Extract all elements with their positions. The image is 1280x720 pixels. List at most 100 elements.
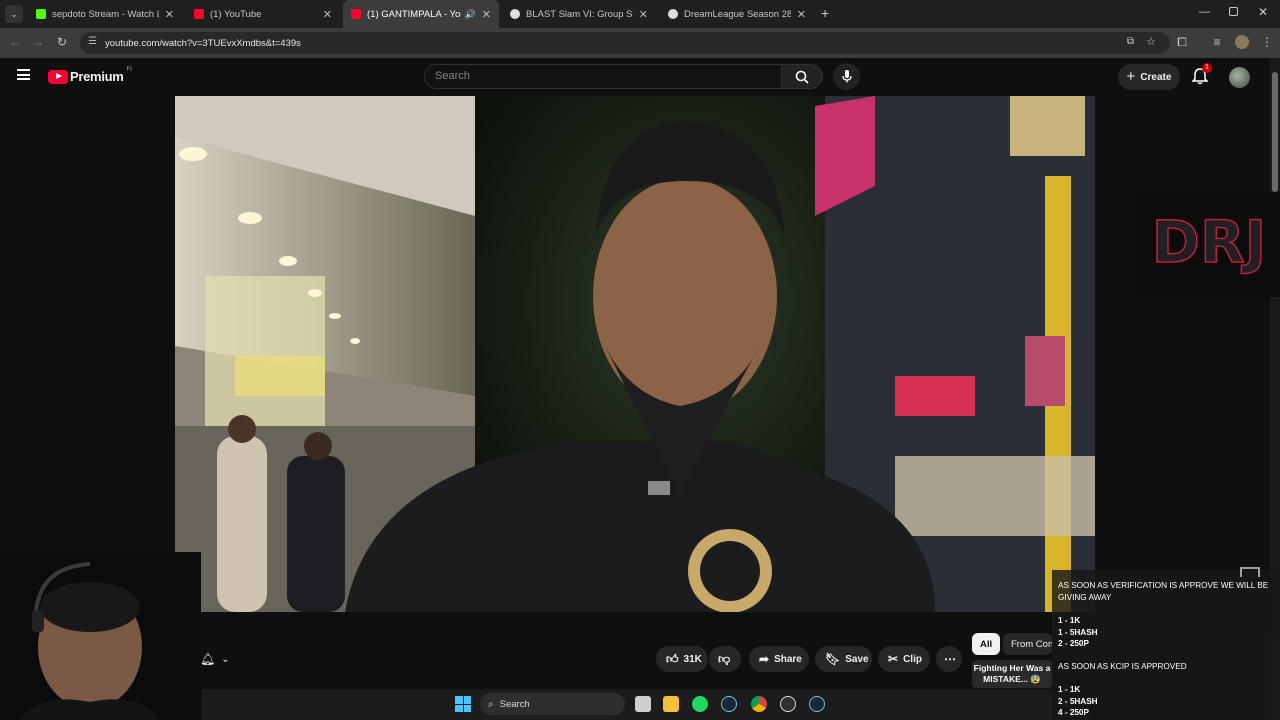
close-tab-icon[interactable]: ✕: [323, 8, 332, 21]
giveaway-item: 1 - 1K: [1058, 616, 1081, 625]
new-tab-icon[interactable]: +: [821, 5, 829, 21]
tab-title: DreamLeague Season 28 - Liqu: [684, 8, 791, 20]
giveaway-item: 1 - 5HASH: [1058, 627, 1098, 637]
bookmark-star-icon[interactable]: ☆: [1146, 35, 1156, 48]
search-icon: [795, 70, 809, 84]
thumbs-up-icon: 👍︎: [666, 651, 679, 666]
close-tab-icon[interactable]: ✕: [797, 8, 806, 21]
microphone-icon: [841, 70, 852, 83]
browser-tab-active[interactable]: (1) GANTIMPALA - YouTube 🔊 ✕: [343, 0, 499, 28]
profile-avatar[interactable]: [1235, 35, 1249, 49]
taskbar-search-box[interactable]: ⌕ Search: [480, 693, 625, 715]
clip-button[interactable]: ✂ Clip: [878, 646, 930, 672]
youtube-play-icon: [48, 69, 68, 84]
create-button[interactable]: + Create: [1118, 64, 1180, 90]
logo-country-code: FI: [126, 66, 132, 73]
scissors-icon: ✂: [888, 652, 899, 666]
reload-icon[interactable]: ↻: [54, 35, 70, 49]
giveaway-item: 2 - 5HASH: [1058, 696, 1098, 706]
windows-taskbar: [201, 689, 1052, 720]
youtube-favicon-icon: [194, 9, 204, 19]
steam-icon[interactable]: [721, 696, 737, 712]
chip-from-channel[interactable]: From Cong: [1003, 633, 1052, 655]
scrollbar-thumb[interactable]: [1272, 72, 1278, 192]
close-window-icon[interactable]: ✕: [1258, 5, 1268, 19]
close-tab-icon[interactable]: ✕: [482, 8, 491, 21]
media-controls-icon[interactable]: ≡: [1209, 35, 1225, 49]
search-icon: ⌕: [488, 698, 494, 710]
tab-title: (1) GANTIMPALA - YouTube: [367, 8, 461, 20]
youtube-favicon-icon: [351, 9, 361, 19]
tab-search-dropdown[interactable]: ⌄: [5, 5, 23, 23]
logo-text: Premium: [70, 69, 124, 84]
notifications-button[interactable]: 1: [1191, 63, 1212, 87]
liquipedia-favicon-icon: [668, 9, 678, 19]
steam-alt-icon[interactable]: [809, 696, 825, 712]
browser-menu-icon[interactable]: ⋮: [1259, 35, 1275, 49]
save-button[interactable]: 🔖︎ Save: [815, 646, 872, 672]
giveaway-item: 1 - 1K: [1058, 685, 1081, 694]
site-info-icon[interactable]: ☰: [88, 36, 97, 47]
audio-playing-icon[interactable]: 🔊: [465, 9, 476, 20]
recommended-video-thumbnail[interactable]: Fighting Her Was a MISTAKE... 😰: [972, 660, 1052, 688]
browser-tab[interactable]: DreamLeague Season 28 - Liqu ✕: [660, 2, 814, 26]
url-text: youtube.com/watch?v=3TUEvxXmdbs&t=439s: [105, 37, 301, 49]
close-tab-icon[interactable]: ✕: [165, 8, 174, 21]
chip-from-channel-label: From Cong: [1011, 638, 1052, 650]
dislike-button[interactable]: 👎︎: [709, 646, 741, 672]
notification-count-badge: 1: [1202, 63, 1212, 73]
like-button[interactable]: 👍︎ 31K: [656, 646, 708, 672]
save-label: Save: [845, 653, 869, 665]
browser-tab[interactable]: sepdoto Stream - Watch Live o ✕: [28, 2, 182, 26]
close-tab-icon[interactable]: ✕: [639, 8, 648, 21]
voice-search-button[interactable]: [833, 63, 860, 90]
streamer-webcam: [0, 552, 201, 720]
youtube-premium-logo[interactable]: Premium FI: [48, 66, 132, 84]
address-bar[interactable]: ☰ youtube.com/watch?v=3TUEvxXmdbs&t=439s…: [80, 32, 1170, 54]
spotify-icon[interactable]: [692, 696, 708, 712]
file-explorer-icon[interactable]: [663, 696, 679, 712]
guide-menu-icon[interactable]: [17, 69, 30, 80]
more-actions-button[interactable]: ⋯: [936, 646, 962, 672]
share-button[interactable]: ➦ Share: [749, 646, 809, 672]
tab-title: (1) YouTube: [210, 8, 262, 20]
share-arrow-icon: ➦: [759, 652, 770, 666]
forward-arrow-icon[interactable]: →: [30, 35, 46, 49]
search-button[interactable]: [781, 64, 823, 89]
video-player[interactable]: [175, 96, 1095, 612]
giveaway-notice-overlay: AS SOON AS VERIFICATION IS APPROVE WE WI…: [1052, 570, 1280, 720]
bookmark-icon: 🔖︎: [825, 652, 841, 666]
subscribe-bell-button[interactable]: 🔔︎ ⌄: [200, 646, 244, 672]
chip-all-label: All: [980, 638, 993, 650]
giveaway-item: 4 - 250P: [1058, 708, 1089, 717]
fullscreen-icon[interactable]: [1240, 567, 1260, 577]
giveaway-item: 2 - 250P: [1058, 639, 1089, 648]
back-arrow-icon[interactable]: ←: [7, 35, 23, 49]
webcam-feed: [0, 552, 201, 720]
video-frame: [175, 96, 1095, 612]
tab-title: sepdoto Stream - Watch Live o: [52, 8, 159, 20]
like-count: 31K: [683, 653, 702, 665]
kick-favicon-icon: [36, 9, 46, 19]
create-label: Create: [1140, 71, 1172, 83]
chip-all[interactable]: All: [972, 633, 1001, 655]
plus-icon: +: [1126, 68, 1136, 85]
restore-window-icon[interactable]: [1229, 7, 1238, 16]
extensions-icon[interactable]: ⧠: [1174, 35, 1190, 50]
thumbs-down-icon: 👎︎: [718, 651, 731, 666]
obs-icon[interactable]: [780, 696, 796, 712]
browser-tab[interactable]: (1) YouTube ✕: [186, 2, 340, 26]
account-avatar[interactable]: [1229, 67, 1250, 88]
youtube-header: Premium FI Search + Create 1: [0, 58, 1270, 96]
browser-tab[interactable]: BLAST Slam VI: Group Stage - L ✕: [502, 2, 656, 26]
thumbnail-title-line: MISTAKE... 😰: [983, 674, 1041, 684]
install-app-icon[interactable]: ⧉: [1127, 36, 1134, 47]
drj-logo-overlay: DRJ: [1137, 192, 1280, 297]
thumbnail-title-line: Fighting Her Was a: [973, 663, 1051, 673]
search-input[interactable]: Search: [424, 64, 782, 89]
notice-text: AS SOON AS KCIP IS APPROVED: [1058, 661, 1187, 671]
windows-start-icon[interactable]: [455, 696, 471, 712]
chrome-icon[interactable]: [751, 696, 767, 712]
minimize-window-icon[interactable]: —: [1199, 6, 1210, 18]
task-view-icon[interactable]: [635, 696, 651, 712]
